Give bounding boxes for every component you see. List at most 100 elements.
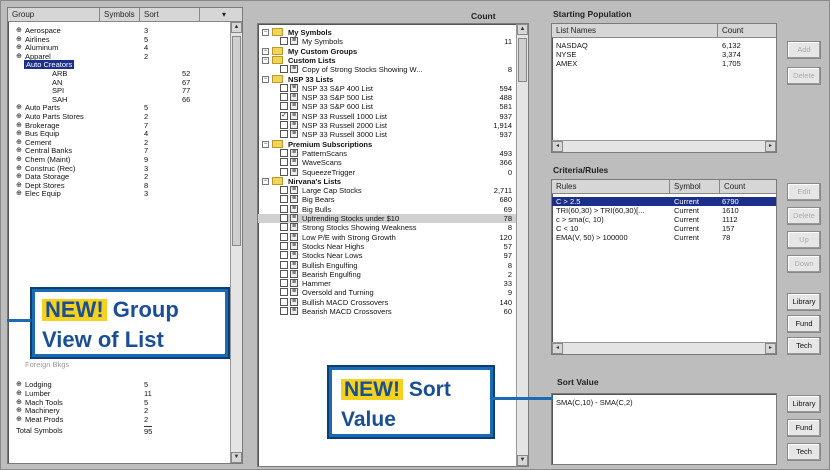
group-row[interactable]: ⊕ Mach Tools 5 <box>8 398 242 407</box>
criteria-hscrollbar[interactable]: ◂ ▸ <box>552 342 776 354</box>
tree-item[interactable]: ≡ NSP 33 Russell 2000 List 1,914 <box>258 121 528 130</box>
header-count[interactable]: Count <box>720 180 776 193</box>
list-checkbox[interactable] <box>280 297 288 306</box>
group-label[interactable]: Meat Prods <box>25 415 63 424</box>
scroll-up-arrow[interactable]: ▲ <box>517 24 528 35</box>
list-checkbox[interactable] <box>280 158 288 167</box>
tree-item[interactable]: ≡ Bullish Engulfing 8 <box>258 260 528 270</box>
sort-value-text[interactable]: SMA(C,10) - SMA(C,2) <box>556 398 633 407</box>
group-row[interactable]: ⊕ Lodging 5 <box>8 380 242 389</box>
list-label[interactable]: Oversold and Turning <box>302 288 374 297</box>
header-symbols[interactable]: Symbols <box>100 8 140 21</box>
tree-item[interactable]: ≡ SqueezeTrigger 0 <box>258 167 528 177</box>
tree-item[interactable]: ≡ Strong Stocks Showing Weakness 8 <box>258 223 528 232</box>
criteria-row[interactable]: EMA(V, 50) > 100000 Current 78 <box>552 233 776 242</box>
tree-item[interactable]: ≡ PatternScans 493 <box>258 148 528 158</box>
tree-item[interactable]: ≡ NSP 33 Russell 3000 List 937 <box>258 130 528 139</box>
list-checkbox[interactable] <box>280 130 288 139</box>
tree-item[interactable]: ≡ Low P/E with Strong Growth 120 <box>258 232 528 242</box>
sort-tech-button[interactable]: Tech <box>787 443 821 461</box>
tree-item[interactable]: ≡ My Symbols 11 <box>258 37 528 46</box>
collapse-icon[interactable]: − <box>262 140 269 148</box>
tree-item[interactable]: ≡ Big Bears 680 <box>258 195 528 204</box>
list-label[interactable]: NSP 33 Russell 2000 List <box>302 121 387 130</box>
list-label[interactable]: Copy of Strong Stocks Showing W... <box>302 65 422 74</box>
expand-icon[interactable]: ⊕ <box>16 398 22 407</box>
tree-folder[interactable]: − My Symbols <box>258 28 528 37</box>
tree-item[interactable]: ≡ Hammer 33 <box>258 279 528 288</box>
criteria-tech-button[interactable]: Tech <box>787 337 821 355</box>
tree-item[interactable]: ≡ NSP 33 S&P 400 List 594 <box>258 83 528 93</box>
group-label[interactable]: Foreign Bkgs <box>25 360 69 369</box>
tree-item[interactable]: ≡ Bearish Engulfing 2 <box>258 269 528 279</box>
header-sort[interactable]: Sort <box>140 8 200 21</box>
list-checkbox[interactable] <box>280 148 288 157</box>
list-checkbox[interactable] <box>280 186 288 195</box>
header-menu-arrow[interactable]: ▾ <box>200 8 230 21</box>
group-row[interactable]: ⊕ Elec Equip 3 <box>8 189 242 198</box>
collapse-icon[interactable]: − <box>262 47 269 55</box>
delete-population-button[interactable]: Delete <box>787 67 821 85</box>
group-list-panel[interactable]: Group Symbols Sort ▾ ⊕ Aerospace 3 ⊕ Airline… <box>7 7 243 464</box>
list-checkbox[interactable] <box>280 269 288 278</box>
list-label[interactable]: SqueezeTrigger <box>302 168 355 177</box>
tree-item[interactable]: ≡ Bullish MACD Crossovers 140 <box>258 297 528 307</box>
collapse-icon[interactable]: − <box>262 56 269 64</box>
tree-item[interactable]: ≡ Stocks Near Lows 97 <box>258 251 528 260</box>
sort-library-button[interactable]: Library <box>787 395 821 413</box>
delete-rule-button[interactable]: Delete <box>787 207 821 225</box>
group-label[interactable]: Mach Tools <box>25 398 63 407</box>
tree-item[interactable]: ≡ Large Cap Stocks 2,711 <box>258 186 528 195</box>
expand-icon[interactable]: ⊕ <box>16 406 22 415</box>
list-checkbox[interactable] <box>280 232 288 241</box>
list-label[interactable]: NSP 33 Russell 1000 List <box>302 112 387 121</box>
move-down-button[interactable]: Down <box>787 255 821 273</box>
list-label[interactable]: Large Cap Stocks <box>302 186 362 195</box>
list-label[interactable]: Hammer <box>302 279 331 288</box>
list-label[interactable]: Bearish Engulfing <box>302 270 361 279</box>
tree-item[interactable]: ≡ Copy of Strong Stocks Showing W... 8 <box>258 65 528 74</box>
list-checkbox[interactable] <box>280 260 288 269</box>
group-label[interactable]: Machinery <box>25 406 60 415</box>
list-label[interactable]: NSP 33 S&P 500 List <box>302 93 373 102</box>
list-checkbox[interactable] <box>280 93 288 102</box>
list-label[interactable]: NSP 33 Russell 3000 List <box>302 130 387 139</box>
scroll-left-arrow[interactable]: ◂ <box>552 141 563 152</box>
tree-folder[interactable]: − My Custom Groups <box>258 46 528 56</box>
list-label[interactable]: Strong Stocks Showing Weakness <box>302 223 417 232</box>
group-label[interactable]: Elec Equip <box>25 189 61 198</box>
group-row[interactable]: Foreign Bkgs <box>8 360 242 369</box>
population-hscrollbar[interactable]: ◂ ▸ <box>552 140 776 152</box>
expand-icon[interactable]: ⊕ <box>16 389 22 398</box>
list-label[interactable]: Big Bears <box>302 195 335 204</box>
list-checkbox[interactable] <box>280 83 288 92</box>
list-checkbox[interactable] <box>280 167 288 176</box>
header-count[interactable]: Count <box>718 24 776 37</box>
scroll-up-arrow[interactable]: ▲ <box>231 22 242 33</box>
folder-label[interactable]: NSP 33 Lists <box>288 75 333 84</box>
list-checkbox[interactable] <box>280 102 288 111</box>
group-label[interactable]: Lumber <box>25 389 50 398</box>
list-checkbox[interactable] <box>280 288 288 297</box>
tree-item[interactable]: ≡ Uptrending Stocks under $10 78 <box>258 214 528 223</box>
tree-item[interactable]: ≡ Bearish MACD Crossovers 60 <box>258 307 528 316</box>
tree-item[interactable]: ≡ NSP 33 S&P 600 List 581 <box>258 102 528 111</box>
list-label[interactable]: NSP 33 S&P 600 List <box>302 102 373 111</box>
header-rules[interactable]: Rules <box>552 180 670 193</box>
list-checkbox[interactable]: ✓ <box>280 111 288 120</box>
criteria-row[interactable]: c > sma(c, 10) Current 1112 <box>552 215 776 224</box>
scroll-right-arrow[interactable]: ▸ <box>765 343 776 354</box>
list-checkbox[interactable] <box>280 241 288 250</box>
edit-button[interactable]: Edit <box>787 183 821 201</box>
tree-item[interactable]: ≡ Oversold and Turning 9 <box>258 288 528 297</box>
tree-item[interactable]: ✓ ≡ NSP 33 Russell 1000 List 937 <box>258 111 528 121</box>
header-symbol[interactable]: Symbol <box>670 180 720 193</box>
criteria-library-button[interactable]: Library <box>787 293 821 311</box>
list-label[interactable]: Bullish Engulfing <box>302 261 357 270</box>
scroll-left-arrow[interactable]: ◂ <box>552 343 563 354</box>
list-checkbox[interactable] <box>280 37 288 46</box>
group-label[interactable]: Lodging <box>25 380 52 389</box>
expand-icon[interactable]: ⊕ <box>16 380 22 389</box>
move-up-button[interactable]: Up <box>787 231 821 249</box>
scroll-down-arrow[interactable]: ▼ <box>517 455 528 466</box>
